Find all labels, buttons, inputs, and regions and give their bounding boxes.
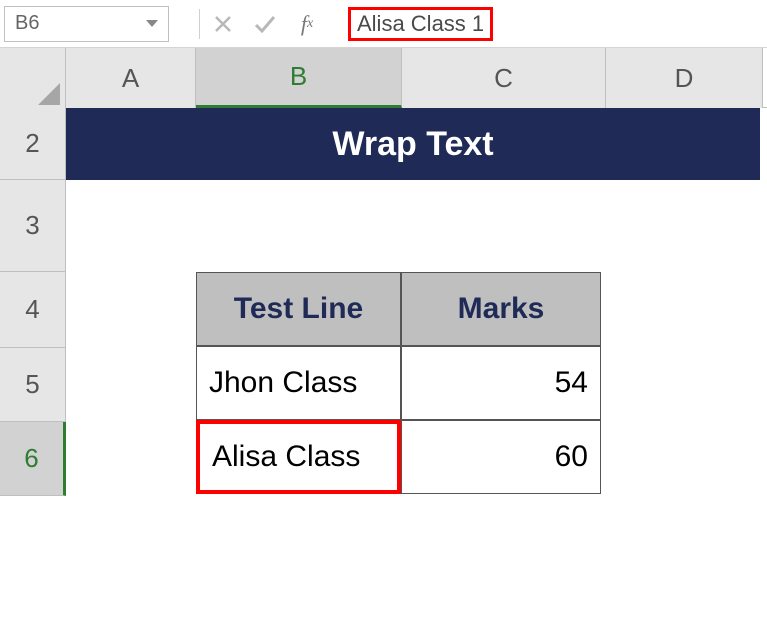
divider	[199, 9, 200, 39]
column-header-C[interactable]: C	[402, 48, 606, 108]
column-headers: ABCD	[0, 48, 767, 108]
header-testline[interactable]: Test Line	[196, 272, 401, 346]
chevron-down-icon[interactable]	[146, 20, 158, 27]
cell-name[interactable]: Jhon Class	[196, 346, 401, 420]
row-header-6[interactable]: 6	[0, 422, 66, 496]
formula-bar-icons: fx	[212, 13, 318, 35]
cell-marks[interactable]: 60	[401, 420, 601, 494]
row-header-4[interactable]: 4	[0, 272, 66, 348]
column-header-B[interactable]: B	[196, 48, 402, 108]
formula-content[interactable]: Alisa Class 1	[348, 7, 493, 41]
row-header-3[interactable]: 3	[0, 180, 66, 272]
column-header-A[interactable]: A	[66, 48, 196, 108]
table-row: Jhon Class54	[196, 346, 601, 420]
table-row: Alisa Class60	[196, 420, 601, 494]
column-header-D[interactable]: D	[606, 48, 763, 108]
name-box-value: B6	[15, 12, 39, 35]
table-header-row: Test Line Marks	[196, 272, 601, 346]
row-header-2[interactable]: 2	[0, 108, 66, 180]
formula-bar: B6 fx Alisa Class 1	[0, 0, 767, 48]
title-banner: Wrap Text	[66, 108, 760, 180]
row-header-5[interactable]: 5	[0, 348, 66, 422]
fx-icon[interactable]: fx	[296, 13, 318, 35]
select-all-corner[interactable]	[0, 48, 66, 108]
cancel-icon[interactable]	[212, 13, 234, 35]
enter-icon[interactable]	[254, 13, 276, 35]
row-headers: 23456	[0, 108, 66, 496]
cell-marks[interactable]: 54	[401, 346, 601, 420]
grid-body: 23456 Wrap Text Test Line Marks Jhon Cla…	[0, 108, 767, 496]
cell-name[interactable]: Alisa Class	[196, 420, 401, 494]
corner-triangle-icon	[38, 83, 60, 105]
data-table: Test Line Marks Jhon Class54Alisa Class6…	[196, 272, 601, 494]
header-marks[interactable]: Marks	[401, 272, 601, 346]
banner-title: Wrap Text	[332, 125, 493, 164]
name-box[interactable]: B6	[4, 6, 169, 42]
